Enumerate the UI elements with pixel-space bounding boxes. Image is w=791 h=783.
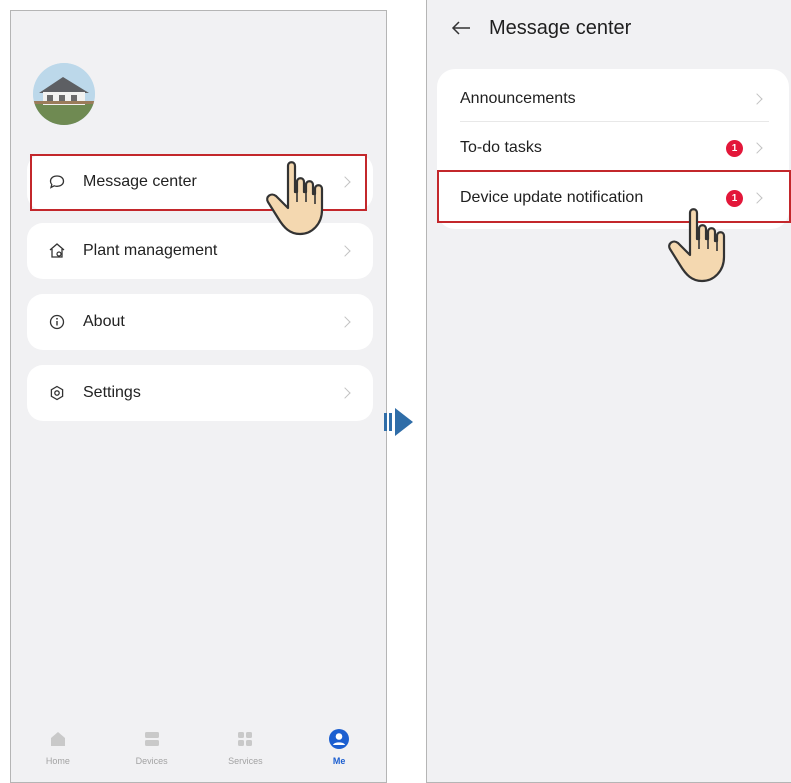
- nav-label: Home: [45, 756, 70, 766]
- nav-devices[interactable]: Devices: [112, 722, 192, 766]
- menu-item-settings[interactable]: Settings: [27, 365, 373, 421]
- menu-item-label: Plant management: [83, 242, 218, 259]
- chevron-right-icon: [751, 93, 763, 105]
- back-arrow-icon[interactable]: [451, 17, 473, 39]
- info-icon: [47, 312, 67, 332]
- list-item-label: Announcements: [460, 90, 576, 107]
- devices-icon: [141, 728, 163, 750]
- chevron-right-icon: [339, 316, 351, 328]
- chevron-right-icon: [751, 142, 763, 154]
- person-icon: [328, 728, 350, 750]
- top-app-bar: Message center: [427, 0, 791, 56]
- menu-item-label: Settings: [83, 384, 141, 401]
- house-settings-icon: [47, 241, 67, 261]
- chevron-right-icon: [339, 245, 351, 257]
- nav-label: Devices: [135, 756, 168, 766]
- hand-pointer-icon: [664, 205, 738, 287]
- divider: [460, 121, 769, 122]
- menu-item-about[interactable]: About: [27, 294, 373, 350]
- list-item-to-do-tasks[interactable]: To-do tasks 1: [437, 123, 789, 173]
- nav-label: Me: [332, 756, 346, 766]
- nav-me[interactable]: Me: [299, 722, 379, 766]
- gear-icon: [47, 383, 67, 403]
- avatar[interactable]: [33, 63, 95, 125]
- next-step-arrow-icon: [383, 404, 427, 440]
- page-title: Message center: [489, 16, 632, 39]
- list-item-announcements[interactable]: Announcements: [437, 74, 789, 124]
- home-icon: [47, 728, 69, 750]
- nav-services[interactable]: Services: [205, 722, 285, 766]
- me-screen: Message center Plant management About Se…: [10, 10, 387, 783]
- chevron-right-icon: [339, 387, 351, 399]
- message-center-screen: Message center Announcements To-do tasks…: [426, 0, 791, 783]
- unread-badge: 1: [726, 139, 743, 157]
- nav-home[interactable]: Home: [18, 722, 98, 766]
- list-item-label: To-do tasks: [460, 139, 542, 156]
- services-grid-icon: [234, 728, 256, 750]
- bottom-navigation: Home Devices Services Me: [11, 722, 386, 782]
- hand-pointer-icon: [262, 158, 336, 240]
- menu-item-label: About: [83, 313, 125, 330]
- nav-label: Services: [228, 756, 263, 766]
